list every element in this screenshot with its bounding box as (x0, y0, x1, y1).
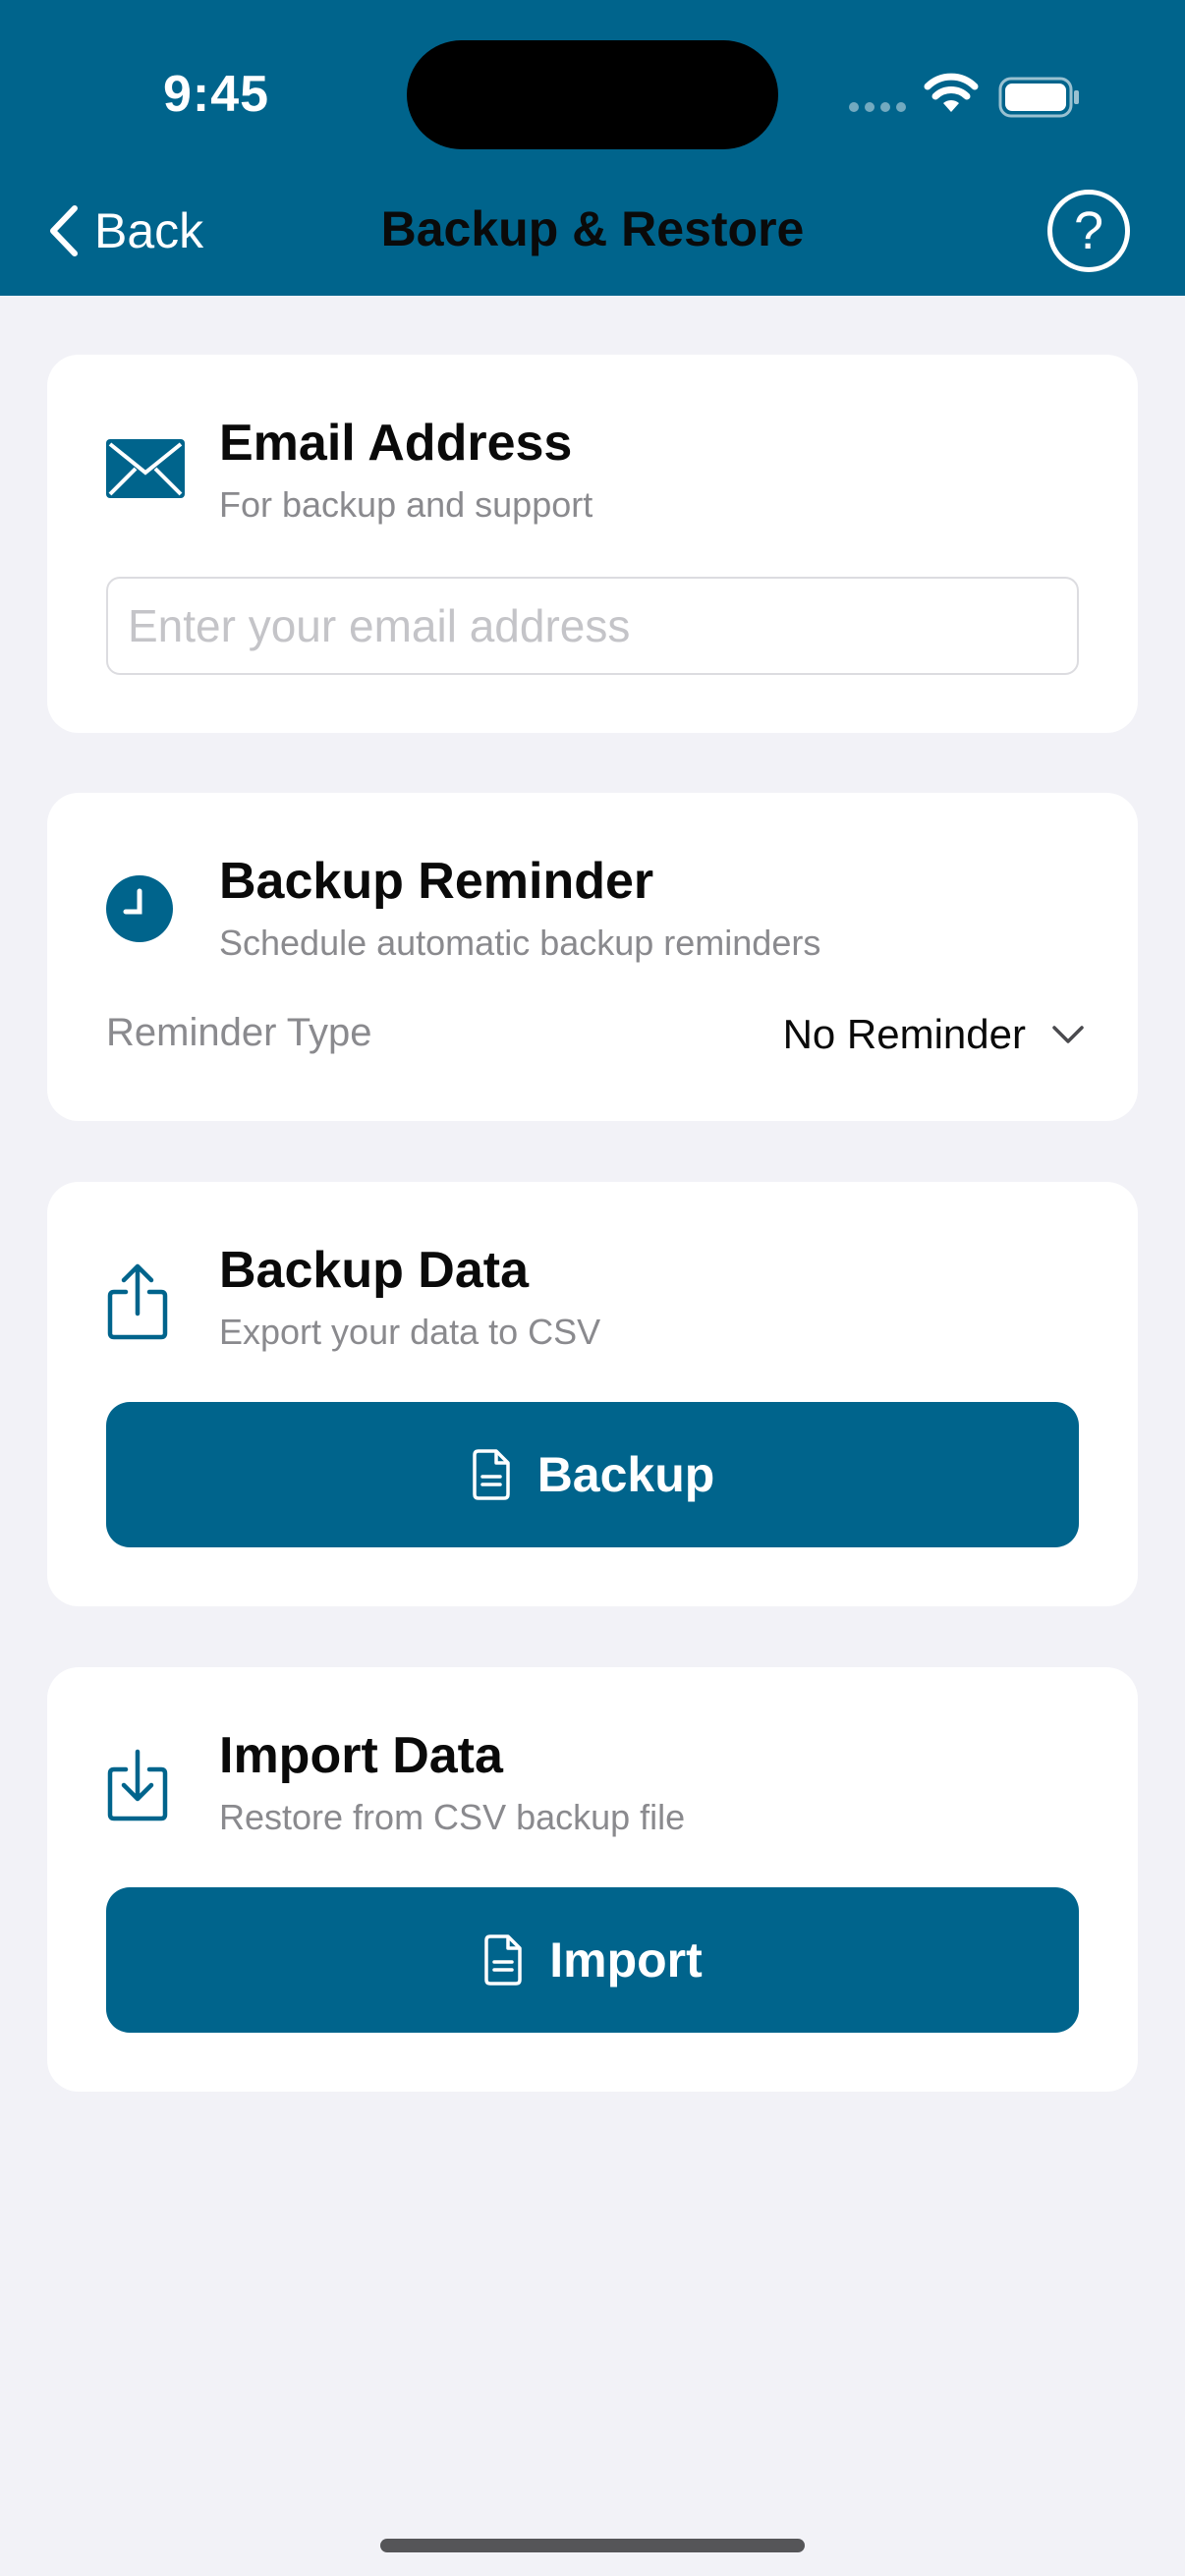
document-icon (472, 1449, 510, 1500)
cellular-signal-icon (849, 102, 906, 112)
help-button[interactable]: ? (1047, 190, 1130, 272)
reminder-card-title: Backup Reminder (219, 853, 654, 910)
back-label: Back (94, 203, 204, 258)
email-field[interactable] (106, 577, 1079, 675)
home-indicator[interactable] (380, 2539, 805, 2552)
backup-reminder-card: Backup Reminder Schedule automatic backu… (47, 793, 1138, 1121)
document-icon (484, 1934, 522, 1986)
wifi-icon (924, 73, 979, 112)
import-button[interactable]: Import (106, 1887, 1079, 2033)
dynamic-island (407, 40, 778, 149)
backup-card-title: Backup Data (219, 1242, 529, 1299)
download-tray-icon (107, 1749, 168, 1821)
backup-button[interactable]: Backup (106, 1402, 1079, 1547)
import-card-title: Import Data (219, 1727, 503, 1784)
reminder-type-label: Reminder Type (106, 1011, 372, 1054)
reminder-type-select[interactable]: No Reminder (783, 1003, 1085, 1066)
chevron-down-icon (1052, 1026, 1084, 1043)
import-button-label: Import (549, 1932, 703, 1988)
share-upload-icon (107, 1263, 168, 1340)
email-card-title: Email Address (219, 415, 573, 472)
import-data-card: Import Data Restore from CSV backup file… (47, 1667, 1138, 2092)
navigation-header: 9:45 Back Backup & Restore ? (0, 0, 1185, 296)
question-mark-icon: ? (1073, 201, 1104, 260)
reminder-type-value: No Reminder (782, 1011, 1026, 1057)
backup-button-label: Backup (536, 1447, 715, 1502)
envelope-icon (106, 439, 185, 498)
backup-data-card: Backup Data Export your data to CSV Back… (47, 1182, 1138, 1606)
import-card-subtitle: Restore from CSV backup file (219, 1797, 686, 1837)
back-button[interactable]: Back (47, 196, 203, 265)
chevron-left-icon (50, 205, 78, 256)
backup-card-subtitle: Export your data to CSV (219, 1312, 601, 1352)
status-time: 9:45 (163, 66, 270, 123)
email-card-subtitle: For backup and support (219, 484, 593, 525)
clock-icon (106, 875, 173, 942)
email-card: Email Address For backup and support (47, 355, 1138, 733)
backup-restore-screen: 9:45 Back Backup & Restore ? Email Addre… (0, 0, 1185, 2576)
reminder-card-subtitle: Schedule automatic backup reminders (219, 923, 821, 963)
battery-icon (998, 77, 1079, 118)
